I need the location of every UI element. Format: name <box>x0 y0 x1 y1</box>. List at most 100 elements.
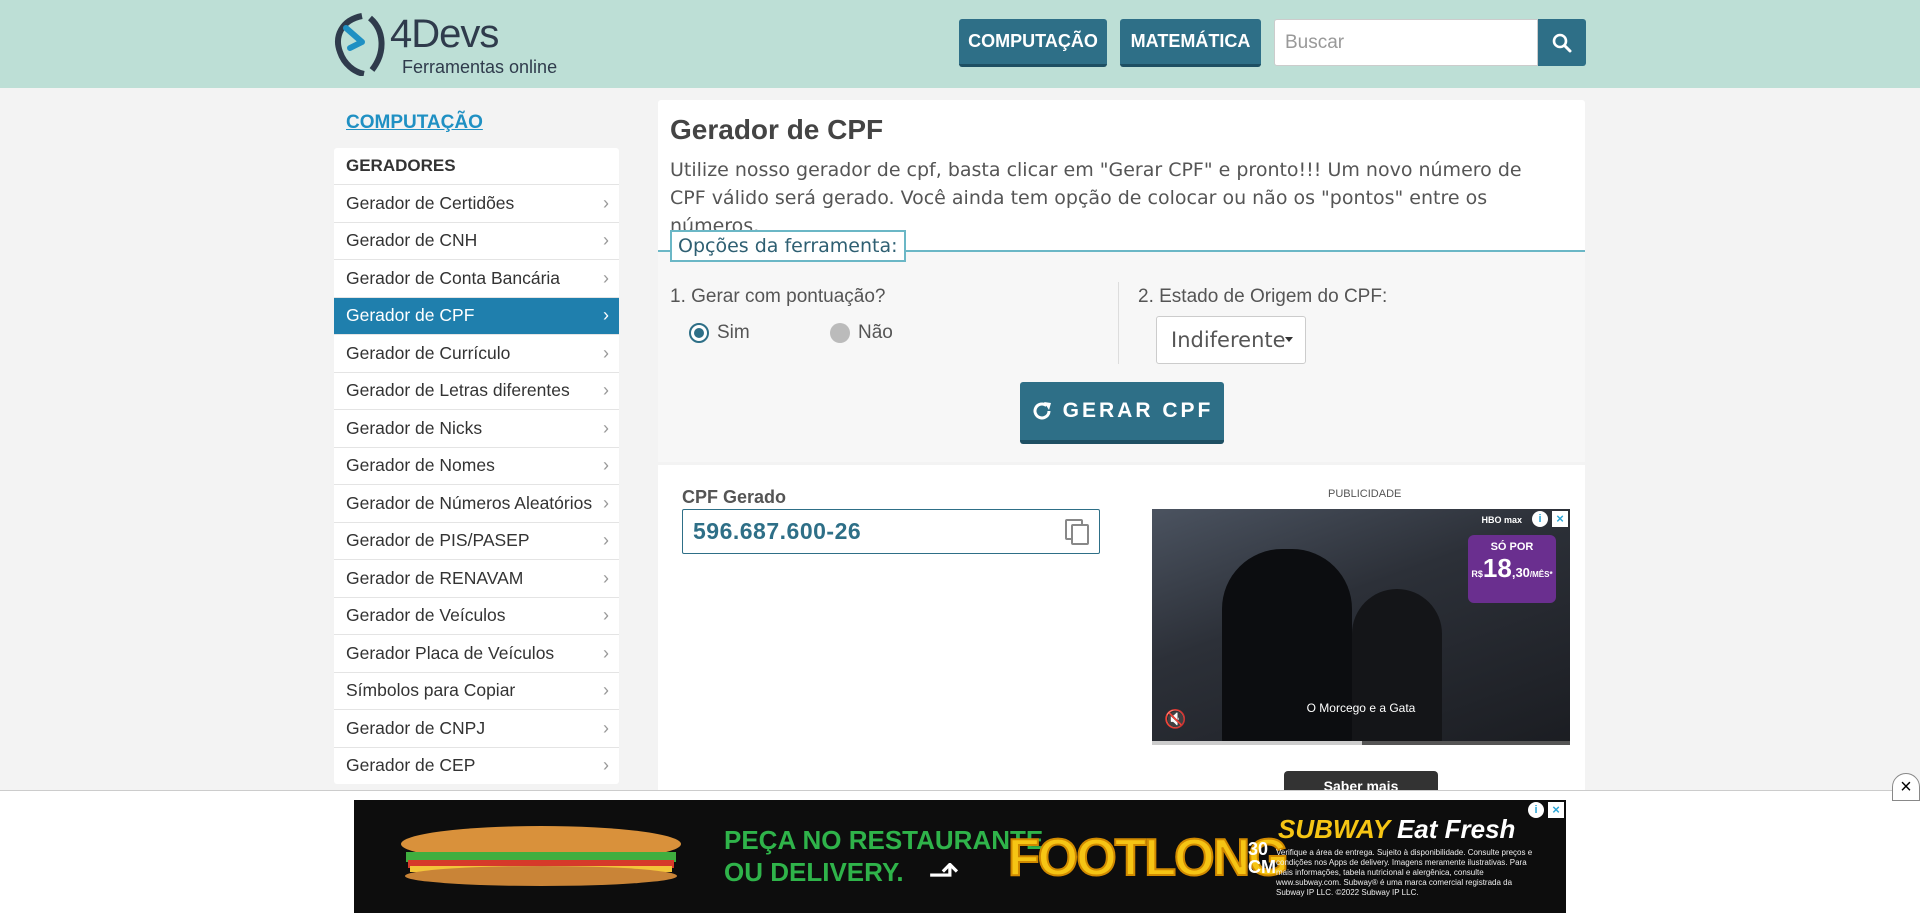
sidebar-item-label: Gerador de Veículos <box>346 605 506 626</box>
chevron-right-icon: › <box>603 642 609 663</box>
ad-close-icon[interactable]: × <box>1552 511 1568 527</box>
page-title: Gerador de CPF <box>670 114 884 145</box>
radio-sim[interactable]: Sim <box>689 322 750 344</box>
sidebar-item-nomes[interactable]: Gerador de Nomes › <box>334 446 619 485</box>
sidebar-item-cnh[interactable]: Gerador de CNH › <box>334 221 619 260</box>
sidebar-item-certidoes[interactable]: Gerador de Certidões › <box>334 184 619 222</box>
sidebar-item-letras[interactable]: Gerador de Letras diferentes › <box>334 371 619 410</box>
caret-down-icon <box>1285 337 1293 342</box>
ad-product-size-unit: CM <box>1248 857 1276 877</box>
ad-headline-line2: OU DELIVERY. <box>724 857 904 887</box>
sidebar-item-conta-bancaria[interactable]: Gerador de Conta Bancária › <box>334 259 619 297</box>
search-input[interactable]: Buscar <box>1274 19 1538 66</box>
sidebar-item-label: Gerador Placa de Veículos <box>346 642 555 663</box>
sidebar-item-simbolos[interactable]: Símbolos para Copiar › <box>334 671 619 710</box>
chevron-right-icon: › <box>603 380 609 401</box>
banner-ad[interactable]: PEÇA NO RESTAURANTE OU DELIVERY. ⬏ FOOTL… <box>354 800 1566 913</box>
punctuation-label: 1. Gerar com pontuação? <box>670 286 886 307</box>
chevron-right-icon: › <box>603 605 609 626</box>
sidebar-item-cep[interactable]: Gerador de CEP › <box>334 746 619 785</box>
sidebar-item-label: Gerador de RENAVAM <box>346 567 524 588</box>
ad-price-cents: ,30 <box>1511 565 1530 580</box>
ad-price-prefix: SÓ POR <box>1490 541 1534 553</box>
sidebar-item-label: Gerador de CEP <box>346 755 476 776</box>
arrow-icon: ⬏ <box>928 854 960 896</box>
video-progress-bar[interactable] <box>1152 741 1570 745</box>
sidebar-item-label: Gerador de CNPJ <box>346 717 486 738</box>
generate-cpf-button[interactable]: GERAR CPF <box>1020 382 1224 444</box>
refresh-icon <box>1033 402 1051 420</box>
chevron-right-icon: › <box>603 342 609 363</box>
sidebar-item-cnpj[interactable]: Gerador de CNPJ › <box>334 709 619 747</box>
tool-options: Opções da ferramenta: 1. Gerar com pontu… <box>658 230 1585 462</box>
ad-price-unit: /MÊS* <box>1529 570 1553 579</box>
generated-cpf-field[interactable]: 596.687.600-26 <box>682 509 1100 554</box>
sidebar-item-curriculo[interactable]: Gerador de Currículo › <box>334 334 619 372</box>
sidebar-item-label: Gerador de Números Aleatórios <box>346 492 593 513</box>
sidebar-group-title: GERADORES <box>346 156 456 175</box>
sidebar-item-cpf[interactable]: Gerador de CPF › <box>334 296 619 334</box>
radio-checked-icon <box>689 323 709 343</box>
logo-tagline: Ferramentas online <box>402 57 558 77</box>
video-ad[interactable]: HBO max i × SÓ POR R$18,30/MÊS* 🔇 O Morc… <box>1152 509 1570 745</box>
ad-figure <box>1222 549 1352 745</box>
chevron-right-icon: › <box>603 680 609 701</box>
ad-slogan: Eat Fresh <box>1396 814 1516 844</box>
tool-panel: Gerador de CPF Utilize nosso gerador de … <box>658 100 1585 462</box>
chevron-right-icon: › <box>603 230 609 251</box>
generate-cpf-label: GERAR CPF <box>1062 399 1214 422</box>
sidebar-item-veiculos[interactable]: Gerador de Veículos › <box>334 596 619 635</box>
sidebar-item-label: Gerador de CNH <box>346 230 478 251</box>
ad-fine-print: Verifique a área de entrega. Sujeito à d… <box>1276 848 1533 897</box>
ad-figure <box>1352 589 1442 745</box>
sidebar-section-link[interactable]: COMPUTAÇÃO <box>346 112 483 134</box>
sidebar-item-renavam[interactable]: Gerador de RENAVAM › <box>334 559 619 597</box>
result-panel: CPF Gerado 596.687.600-26 PUBLICIDADE HB… <box>658 462 1585 801</box>
radio-nao[interactable]: Não <box>830 322 893 344</box>
chevron-right-icon: › <box>603 755 609 776</box>
ad-video-title: O Morcego e a Gata <box>1306 701 1416 715</box>
ad-close-icon[interactable]: × <box>1548 802 1564 818</box>
close-icon[interactable]: × <box>1892 773 1920 801</box>
sidebar-item-pis-pasep[interactable]: Gerador de PIS/PASEP › <box>334 521 619 560</box>
sidebar-item-numeros[interactable]: Gerador de Números Aleatórios › <box>334 484 619 522</box>
ad-headline: PEÇA NO RESTAURANTE OU DELIVERY. <box>724 824 1043 888</box>
ad-price-currency: R$ <box>1471 569 1483 579</box>
state-select[interactable]: Indiferente <box>1156 316 1306 364</box>
sidebar-item-placa[interactable]: Gerador Placa de Veículos › <box>334 634 619 672</box>
ad-brand-logo: SUBWAY Eat Fresh <box>1278 814 1515 845</box>
radio-sim-label: Sim <box>717 322 750 343</box>
logo-mark-icon <box>335 13 385 76</box>
site-logo[interactable]: 4Devs Ferramentas online <box>332 12 557 80</box>
radio-nao-label: Não <box>858 322 893 343</box>
search-button[interactable] <box>1538 19 1586 66</box>
ad-info-icon[interactable]: i <box>1532 511 1548 527</box>
sidebar-item-nicks[interactable]: Gerador de Nicks › <box>334 409 619 447</box>
nav-matematica-button[interactable]: MATEMÁTICA <box>1120 19 1261 67</box>
ad-brand: HBO max <box>1481 515 1522 525</box>
ad-price-value: R$18,30/MÊS* <box>1468 553 1556 584</box>
sidebar-menu: GERADORES Gerador de Certidões › Gerador … <box>334 148 619 784</box>
copy-icon[interactable] <box>1063 517 1093 547</box>
sidebar-item-label: Gerador de Conta Bancária <box>346 267 561 288</box>
ad-info-icon[interactable]: i <box>1528 802 1544 818</box>
sidebar-item-label: Gerador de Currículo <box>346 342 511 363</box>
sidebar-item-label: Gerador de Letras diferentes <box>346 380 570 401</box>
sidebar-item-label: Gerador de CPF <box>346 305 475 326</box>
generated-cpf-label: CPF Gerado <box>682 487 787 507</box>
ad-product-size-num: 30 <box>1248 839 1269 859</box>
ad-brand-name: SUBWAY <box>1278 814 1390 844</box>
nav-computacao-button[interactable]: COMPUTAÇÃO <box>959 19 1107 67</box>
ad-headline-line1: PEÇA NO RESTAURANTE <box>724 825 1044 855</box>
chevron-right-icon: › <box>603 455 609 476</box>
sidebar-item-label: Gerador de Nicks <box>346 417 483 438</box>
chevron-right-icon: › <box>603 267 609 288</box>
chevron-right-icon: › <box>603 492 609 513</box>
sidebar-item-label: Gerador de PIS/PASEP <box>346 530 530 551</box>
sidebar-item-label: Gerador de Nomes <box>346 455 495 476</box>
ad-price-badge: SÓ POR R$18,30/MÊS* <box>1468 535 1556 603</box>
advertising-label: PUBLICIDADE <box>1328 488 1402 500</box>
chevron-right-icon: › <box>603 305 609 326</box>
sidebar-item-label: Símbolos para Copiar <box>346 680 516 701</box>
state-select-value: Indiferente <box>1171 328 1286 352</box>
